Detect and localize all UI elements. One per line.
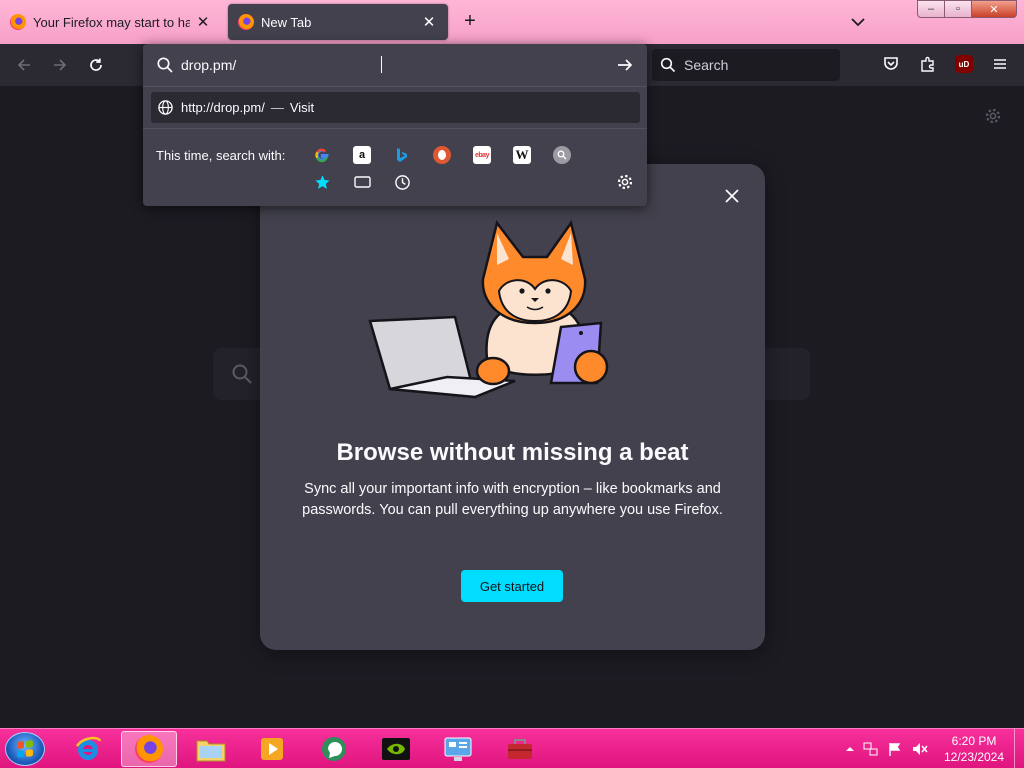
divider [143, 128, 647, 129]
tab-close-icon[interactable]: ✕ [420, 13, 438, 31]
duckduckgo-engine-icon[interactable] [433, 146, 451, 164]
google-engine-icon[interactable] [313, 146, 331, 164]
search-icon [157, 57, 173, 73]
tab-label: Your Firefox may start to have p [33, 14, 190, 30]
clock-date: 12/23/2024 [943, 750, 1005, 764]
dialog-close-icon[interactable] [722, 186, 742, 206]
nvidia-taskbar-icon[interactable] [368, 731, 424, 767]
media-player-taskbar-icon[interactable] [244, 731, 300, 767]
sync-onboarding-dialog: Browse without missing a beat Sync all y… [260, 164, 765, 650]
new-tab-button[interactable]: + [458, 10, 482, 34]
firefox-taskbar-icon[interactable] [121, 731, 177, 767]
newtab-settings-gear-icon[interactable] [984, 107, 1002, 130]
amazon-engine-icon[interactable]: a [353, 146, 371, 164]
show-hidden-icons-icon[interactable] [845, 744, 855, 754]
bing-engine-icon[interactable] [393, 146, 411, 164]
action-center-flag-icon[interactable] [887, 741, 903, 757]
messenger-taskbar-icon[interactable] [306, 731, 362, 767]
suggestion-separator: — [270, 100, 284, 115]
hamburger-menu-icon[interactable] [989, 53, 1011, 75]
toolbar-search-field[interactable]: Search [652, 49, 840, 81]
list-all-tabs-chevron-icon[interactable] [848, 12, 868, 32]
firefox-favicon-icon [238, 14, 254, 30]
generic-search-engine-icon[interactable] [553, 146, 571, 164]
url-input[interactable] [181, 55, 601, 75]
urlbar[interactable] [143, 44, 647, 86]
wikipedia-engine-icon[interactable]: W [513, 146, 531, 164]
fox-with-laptop-illustration [368, 220, 609, 399]
url-suggestion-visit[interactable]: http://drop.pm/ — Visit [151, 92, 640, 123]
divider [143, 86, 647, 87]
volume-muted-icon[interactable] [911, 741, 929, 757]
firefox-favicon-icon [10, 14, 26, 30]
internet-explorer-taskbar-icon[interactable] [60, 731, 116, 767]
file-explorer-taskbar-icon[interactable] [183, 731, 239, 767]
toolbar-search-placeholder: Search [684, 57, 729, 73]
tab-close-icon[interactable]: ✕ [194, 13, 212, 31]
tab-strip: Your Firefox may start to have p ✕ New T… [0, 0, 1024, 44]
clock-time: 6:20 PM [951, 734, 997, 748]
history-clock-icon[interactable] [393, 173, 411, 191]
go-arrow-icon[interactable] [616, 56, 634, 74]
tabs-icon[interactable] [353, 173, 371, 191]
text-caret [381, 56, 382, 73]
get-started-button[interactable]: Get started [461, 570, 563, 602]
window-close-button[interactable]: ✕ [971, 0, 1017, 18]
ebay-engine-icon[interactable]: ebay [473, 146, 491, 164]
control-panel-taskbar-icon[interactable] [430, 731, 486, 767]
windows-logo-icon [17, 740, 33, 758]
back-arrow-icon[interactable] [12, 53, 36, 77]
system-clock[interactable]: 6:20 PM 12/23/2024 [938, 733, 1010, 765]
toolbox-taskbar-icon[interactable] [492, 731, 548, 767]
system-tray [845, 739, 929, 759]
suggestion-url: http://drop.pm/ [181, 100, 265, 115]
reload-icon[interactable] [84, 53, 108, 77]
globe-icon [158, 100, 173, 115]
bookmarks-star-icon[interactable] [313, 173, 331, 191]
tab-new-tab[interactable]: New Tab ✕ [228, 4, 448, 40]
window-maximize-button[interactable]: ▫ [944, 0, 972, 18]
network-icon[interactable] [863, 741, 879, 757]
window-minimize-button[interactable]: – [917, 0, 945, 18]
forward-arrow-icon[interactable] [48, 53, 72, 77]
tab-firefox-update[interactable]: Your Firefox may start to have p ✕ [0, 4, 222, 40]
ublock-origin-icon[interactable]: uD [953, 53, 975, 75]
search-icon [660, 57, 676, 73]
suggestion-action: Visit [289, 100, 315, 115]
windows-taskbar: 6:20 PM 12/23/2024 [0, 728, 1024, 768]
search-with-label: This time, search with: [156, 148, 286, 163]
tab-label: New Tab [261, 14, 312, 30]
urlbar-dropdown: http://drop.pm/ — Visit This time, searc… [143, 44, 647, 206]
search-icon [232, 364, 252, 384]
dialog-title: Browse without missing a beat [336, 439, 689, 466]
ublock-badge: uD [955, 55, 973, 73]
extensions-puzzle-icon[interactable] [917, 53, 939, 75]
pocket-icon[interactable] [880, 53, 902, 75]
start-button[interactable] [5, 732, 45, 766]
search-settings-gear-icon[interactable] [616, 173, 634, 196]
dialog-subtitle: Sync all your important info with encryp… [302, 481, 723, 518]
show-desktop-button[interactable] [1014, 729, 1024, 768]
